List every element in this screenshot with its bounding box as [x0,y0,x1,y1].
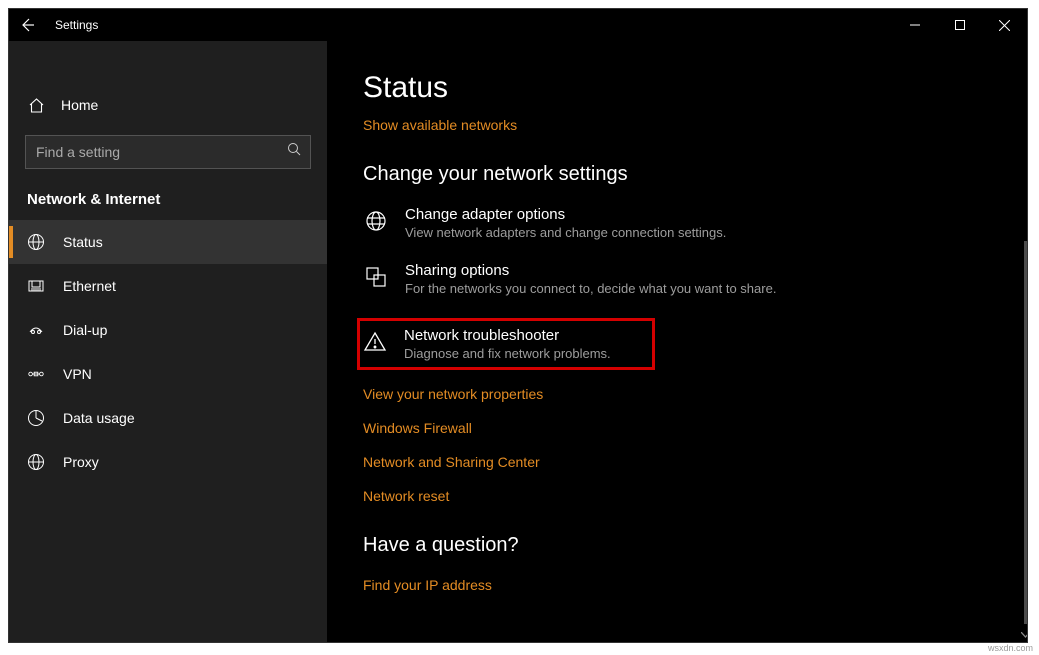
option-title: Sharing options [405,262,776,279]
option-change-adapter[interactable]: Change adapter options View network adap… [363,206,1027,240]
sidebar-item-ethernet[interactable]: Ethernet [9,264,327,308]
category-header: Network & Internet [9,183,327,220]
option-troubleshooter[interactable]: Network troubleshooter Diagnose and fix … [362,327,642,361]
sidebar-item-vpn[interactable]: VPN [9,352,327,396]
scrollbar[interactable] [1024,241,1027,624]
link-view-properties[interactable]: View your network properties [363,386,1027,402]
sharing-icon [363,264,389,290]
status-icon [27,233,45,251]
option-desc: For the networks you connect to, decide … [405,281,776,296]
sidebar-item-label: Data usage [63,410,135,426]
main-content: Status Show available networks Change yo… [327,41,1027,642]
titlebar: Settings [9,9,1027,41]
show-networks-link[interactable]: Show available networks [363,117,1027,133]
option-title: Change adapter options [405,206,726,223]
ethernet-icon [27,277,45,295]
close-button[interactable] [982,9,1027,41]
search-box[interactable] [25,135,311,169]
link-network-reset[interactable]: Network reset [363,488,1027,504]
warning-icon [362,329,388,355]
option-desc: View network adapters and change connect… [405,225,726,240]
sidebar-item-label: Dial-up [63,322,107,338]
home-label: Home [61,97,98,113]
globe-icon [363,208,389,234]
minimize-button[interactable] [892,9,937,41]
watermark: wsxdn.com [988,643,1033,653]
dialup-icon [27,321,45,339]
option-desc: Diagnose and fix network problems. [404,346,611,361]
section-change-settings: Change your network settings [363,163,1027,186]
sidebar: Home Network & Internet Status [9,41,327,642]
proxy-icon [27,453,45,471]
sidebar-item-label: Ethernet [63,278,116,294]
vpn-icon [27,365,45,383]
sidebar-item-status[interactable]: Status [9,220,327,264]
scroll-down-arrow[interactable] [1020,629,1027,640]
data-icon [27,409,45,427]
sidebar-item-dialup[interactable]: Dial-up [9,308,327,352]
sidebar-item-datausage[interactable]: Data usage [9,396,327,440]
highlight-troubleshooter: Network troubleshooter Diagnose and fix … [357,318,655,370]
app-title: Settings [55,18,98,32]
link-find-ip[interactable]: Find your IP address [363,577,1027,593]
search-icon [287,142,302,162]
link-sharing-center[interactable]: Network and Sharing Center [363,454,1027,470]
option-sharing[interactable]: Sharing options For the networks you con… [363,262,1027,296]
home-nav[interactable]: Home [9,85,327,125]
back-button[interactable] [3,9,51,41]
sidebar-item-label: VPN [63,366,92,382]
search-input[interactable] [34,143,287,161]
section-question: Have a question? [363,534,1027,557]
option-title: Network troubleshooter [404,327,611,344]
page-title: Status [363,71,1027,105]
sidebar-item-proxy[interactable]: Proxy [9,440,327,484]
sidebar-item-label: Status [63,234,103,250]
sidebar-item-label: Proxy [63,454,99,470]
maximize-button[interactable] [937,9,982,41]
home-icon [27,96,45,114]
link-windows-firewall[interactable]: Windows Firewall [363,420,1027,436]
